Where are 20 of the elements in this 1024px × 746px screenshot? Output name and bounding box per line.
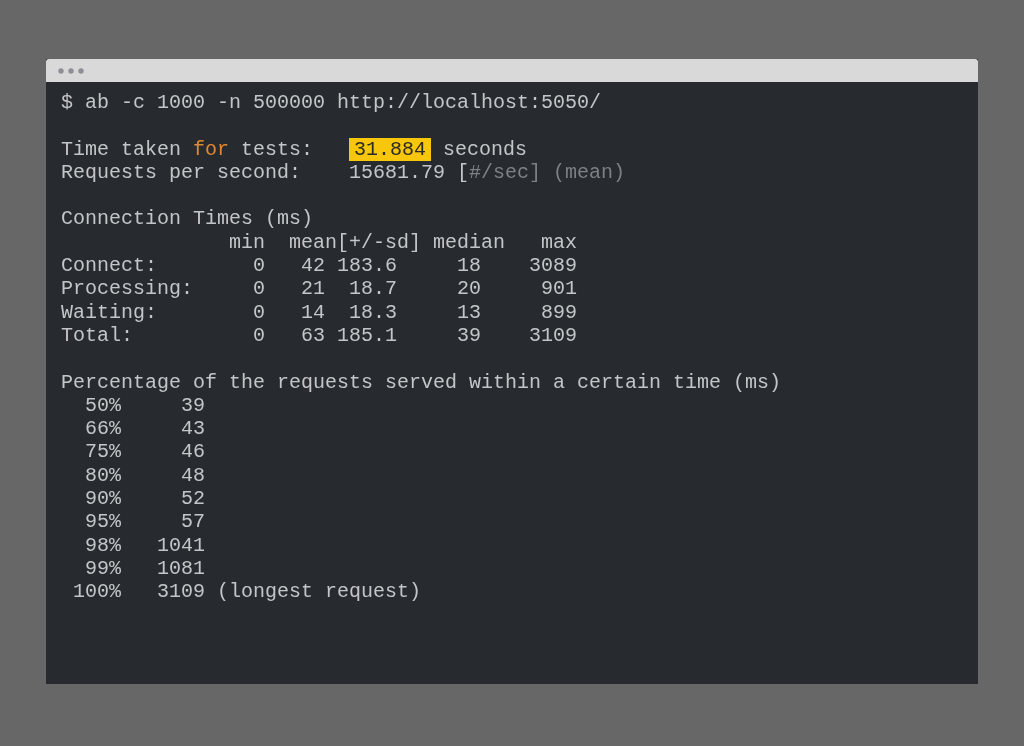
terminal-line: Connection Times (ms) (61, 207, 314, 231)
window-dots-icon (58, 67, 84, 74)
terminal-line: Time taken for tests: 31.884 seconds (61, 137, 528, 161)
terminal-line: Processing: 0 21 18.7 20 901 (61, 277, 578, 301)
terminal-line: 99% 1081 (84, 556, 206, 581)
terminal-line: Waiting: 0 14 18.3 13 899 (61, 300, 578, 324)
terminal-line: 98% 1041 (84, 533, 206, 557)
terminal-line: 95% 57 (84, 510, 206, 534)
terminal-line: Percentage of the requests served within a certain time (ms) (61, 370, 782, 394)
terminal-line: 90% 52 (84, 487, 206, 511)
terminal-line: 50% 39 (84, 393, 206, 418)
terminal-line: 100% 3109 (longest request) (72, 580, 422, 604)
terminal-line: Requests per second: 15681.79 [#/sec] (mean) (61, 160, 626, 185)
terminal-line: Total: 0 63 185.1 39 3109 (61, 323, 578, 348)
terminal-line: 75% 46 (84, 440, 206, 464)
terminal-line: min mean[+/-sd] median max (228, 230, 578, 255)
terminal-line: 80% 48 (84, 463, 206, 488)
terminal-line: $ ab -c 1000 -n 500000 http://localhost:5050/ (61, 91, 602, 115)
terminal-line: Connect: 0 42 183.6 18 3089 (61, 254, 578, 278)
terminal-line: 66% 43 (84, 417, 206, 441)
